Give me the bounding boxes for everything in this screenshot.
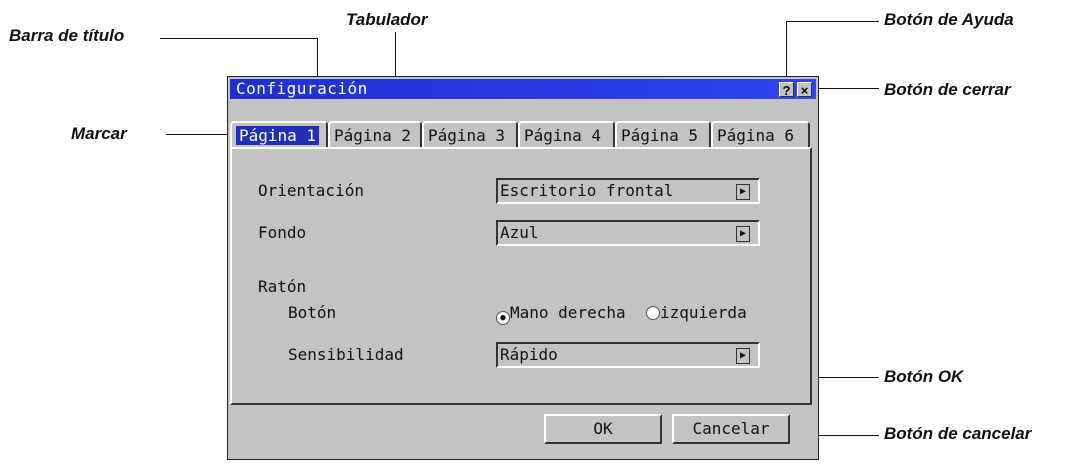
settings-panel: Orientación Escritorio frontal ▶ Fondo A… [230, 147, 812, 405]
tab-pagina-4[interactable]: Página 4 [518, 121, 615, 147]
fondo-label: Fondo [258, 223, 307, 242]
fondo-value: Azul [500, 223, 539, 242]
boton-label: Botón [288, 303, 337, 322]
configuracion-dialog: Configuración ? × Página 1 Página 2 Pági… [227, 76, 819, 460]
callout-marcar: Marcar [71, 124, 127, 143]
tab-pagina-6[interactable]: Página 6 [711, 121, 810, 147]
chevron-right-icon[interactable]: ▶ [736, 226, 750, 242]
cancel-button[interactable]: Cancelar [672, 414, 790, 444]
leader-line-barra [160, 38, 317, 39]
tab-strip: Página 1 Página 2 Página 3 Página 4 Pági… [230, 121, 810, 147]
raton-label: Ratón [258, 277, 307, 296]
radio-unselected-icon [646, 306, 660, 320]
tab-pagina-5[interactable]: Página 5 [615, 121, 711, 147]
chevron-right-icon[interactable]: ▶ [736, 348, 750, 364]
title-bar[interactable]: Configuración ? × [230, 79, 816, 99]
sensibilidad-select[interactable]: Rápido ▶ [496, 342, 760, 368]
close-icon[interactable]: × [797, 82, 812, 98]
callout-barra-titulo: Barra de título [9, 26, 125, 45]
leader-line-marcar [166, 134, 236, 135]
fondo-select[interactable]: Azul ▶ [496, 220, 760, 246]
callout-boton-cerrar: Botón de cerrar [884, 80, 1011, 99]
callout-boton-cancelar: Botón de cancelar [884, 424, 1032, 443]
radio-izquierda[interactable]: izquierda [646, 303, 747, 322]
callout-tabulador: Tabulador [346, 10, 428, 29]
tab-pagina-1[interactable]: Página 1 [230, 121, 328, 147]
radio-mano-derecha[interactable]: ● Mano derecha [496, 303, 626, 325]
leader-line-ayuda [786, 21, 879, 22]
orientacion-value: Escritorio frontal [500, 181, 674, 200]
ok-button[interactable]: OK [544, 414, 662, 444]
orientacion-select[interactable]: Escritorio frontal ▶ [496, 178, 760, 204]
chevron-right-icon[interactable]: ▶ [736, 184, 750, 200]
tab-pagina-3[interactable]: Página 3 [422, 121, 518, 147]
sensibilidad-label: Sensibilidad [288, 345, 404, 364]
radio-selected-icon: ● [496, 311, 510, 325]
help-icon[interactable]: ? [779, 82, 794, 98]
dialog-title: Configuración [236, 79, 368, 98]
callout-boton-ok: Botón OK [884, 367, 964, 386]
leader-line-ayuda-v [786, 21, 787, 81]
orientacion-label: Orientación [258, 181, 364, 200]
tab-pagina-2[interactable]: Página 2 [328, 121, 422, 147]
sensibilidad-value: Rápido [500, 345, 558, 364]
callout-boton-ayuda: Botón de Ayuda [884, 10, 1014, 29]
